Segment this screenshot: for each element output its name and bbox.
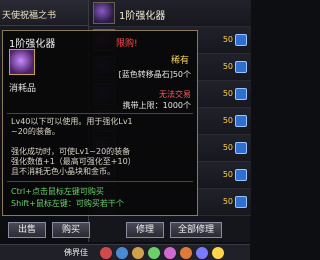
currency-icon xyxy=(235,88,247,100)
item-slot-icon[interactable] xyxy=(93,2,115,24)
item-price: 50 xyxy=(222,62,233,71)
description-line: 强化成功时，可使Lv1~20的装备 xyxy=(11,147,131,156)
item-price: 50 xyxy=(222,143,233,152)
currency-icon xyxy=(235,169,247,181)
currency-icon xyxy=(235,115,247,127)
repair-all-button[interactable]: 全部修理 xyxy=(170,222,222,238)
item-category: 消耗品 xyxy=(9,84,37,94)
purchase-limit-tag: 限购! xyxy=(116,39,138,49)
skill-icon[interactable] xyxy=(148,247,160,259)
material-cost: [蓝色转移晶石]50个 xyxy=(118,70,191,79)
description-line: 强化数值+1（最高可强化至+10） xyxy=(11,157,136,166)
quest-icon[interactable] xyxy=(164,247,176,259)
menu-icon[interactable] xyxy=(100,247,112,259)
repair-button[interactable]: 修理 xyxy=(126,222,164,238)
hint-line: Ctrl+点击鼠标左键可购买 xyxy=(11,187,104,196)
carry-limit: 携带上限：1000个 xyxy=(122,101,191,110)
item-icon xyxy=(9,49,35,75)
item-price: 50 xyxy=(222,197,233,206)
hint-line: Shift+鼠标左键：可购买若干个 xyxy=(11,199,124,208)
item-price: 50 xyxy=(222,89,233,98)
bag-icon[interactable] xyxy=(132,247,144,259)
taskbar-label: 佛界佳 xyxy=(64,248,88,257)
divider xyxy=(7,113,193,114)
settings-icon[interactable] xyxy=(180,247,192,259)
currency-icon xyxy=(235,142,247,154)
currency-icon xyxy=(235,61,247,73)
shop-item-row[interactable]: 1阶强化器 xyxy=(89,0,251,27)
trade-status: 无法交易 xyxy=(159,90,191,99)
item-tooltip: 1阶强化器 稀有 [蓝色转移晶石]50个 消耗品 无法交易 携带上限：1000个… xyxy=(2,30,198,216)
buy-button[interactable]: 购买 xyxy=(52,222,90,238)
description-line: ~20的装备。 xyxy=(11,127,60,136)
divider xyxy=(7,181,193,182)
item-price: 50 xyxy=(222,170,233,179)
item-price: 50 xyxy=(222,35,233,44)
item-name: 1阶强化器 xyxy=(119,11,166,22)
shop-row[interactable]: 天使祝福之书 xyxy=(0,0,90,26)
tooltip-title: 1阶强化器 xyxy=(9,39,56,50)
sell-button[interactable]: 出售 xyxy=(8,222,46,238)
description-line: Lv40以下可以使用。用于强化Lv1 xyxy=(11,117,133,126)
currency-icon xyxy=(235,34,247,46)
description-line: 且不消耗无色小晶块和金币。 xyxy=(11,167,115,176)
item-price: 50 xyxy=(222,116,233,125)
currency-icon xyxy=(235,196,247,208)
taskbar: 佛界佳 xyxy=(0,244,250,260)
mail-icon[interactable] xyxy=(196,247,208,259)
chat-icon[interactable] xyxy=(116,247,128,259)
rarity-label: 稀有 xyxy=(170,56,189,66)
shop-row-label: 天使祝福之书 xyxy=(2,11,57,21)
shop-icon[interactable] xyxy=(212,247,224,259)
